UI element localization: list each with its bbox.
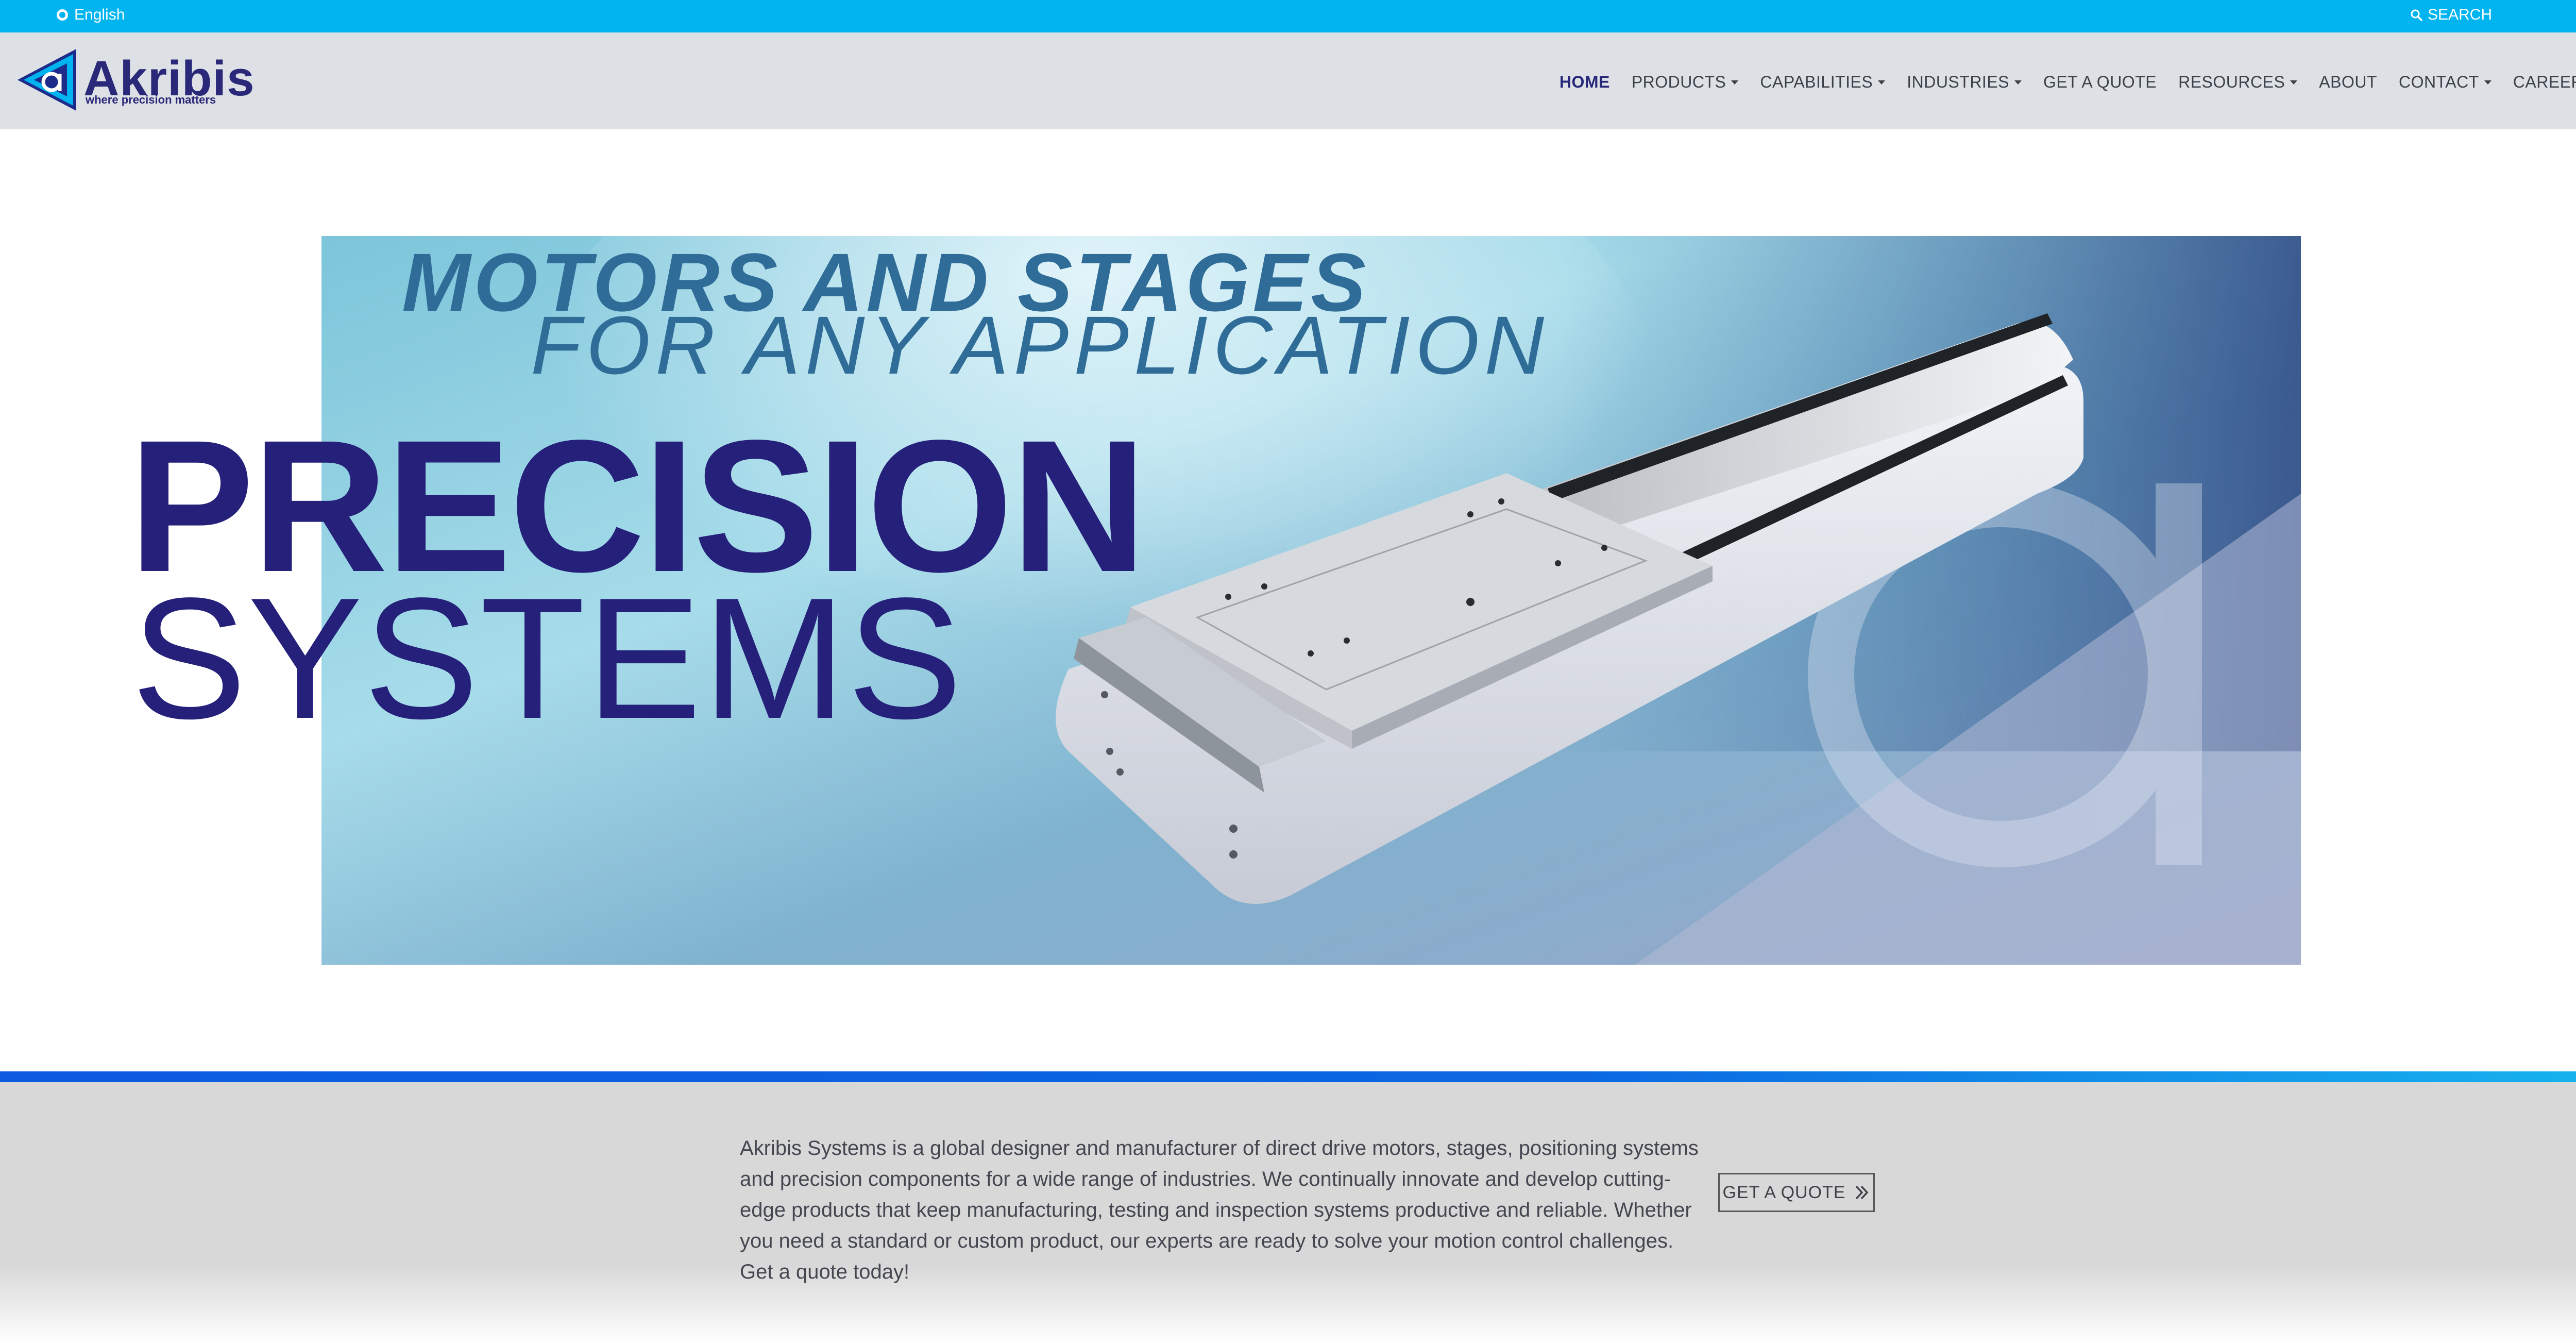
language-icon (57, 9, 68, 21)
search-icon (2411, 9, 2422, 21)
caret-down-icon (1731, 80, 1739, 85)
nav-resources-label: RESOURCES (2178, 73, 2285, 91)
akribis-logo[interactable]: Akribis where precision matters (15, 47, 254, 114)
search-label: SEARCH (2427, 6, 2492, 23)
double-chevron-right-icon (1855, 1185, 1868, 1200)
caret-down-icon (2290, 80, 2298, 85)
language-selector[interactable]: English (57, 6, 125, 24)
nav-resources[interactable]: RESOURCES (2178, 73, 2298, 92)
nav-contact-label: CONTACT (2399, 73, 2479, 91)
nav-products[interactable]: PRODUCTS (1632, 73, 1739, 92)
nav-get-a-quote[interactable]: GET A QUOTE (2043, 73, 2157, 92)
main-nav: HOME PRODUCTS CAPABILITIES INDUSTRIES GE… (1560, 73, 2576, 92)
logo-tagline: where precision matters (86, 93, 216, 106)
intro-paragraph: Akribis Systems is a global designer and… (740, 1137, 1699, 1283)
top-utility-bar: English SEARCH (0, 0, 2576, 32)
caret-down-icon (2484, 80, 2492, 85)
nav-industries-label: INDUSTRIES (1907, 73, 2009, 91)
accent-divider (0, 1071, 2576, 1082)
search-link[interactable]: SEARCH (2410, 6, 2492, 24)
get-a-quote-button[interactable]: GET A QUOTE (1718, 1173, 1875, 1212)
nav-capabilities-label: CAPABILITIES (1760, 73, 1873, 91)
akribis-logo-icon (18, 49, 76, 111)
nav-capabilities[interactable]: CAPABILITIES (1760, 73, 1886, 92)
nav-contact[interactable]: CONTACT (2399, 73, 2492, 92)
hero-subtitle: SYSTEMS (131, 562, 963, 754)
caret-down-icon (2014, 80, 2022, 85)
nav-home[interactable]: HOME (1560, 73, 1610, 92)
nav-products-label: PRODUCTS (1631, 73, 1726, 91)
language-label: English (74, 6, 125, 23)
site-header: Akribis where precision matters HOME PRO… (0, 32, 2576, 129)
nav-about[interactable]: ABOUT (2319, 73, 2377, 92)
nav-careers[interactable]: CAREERS (2513, 73, 2576, 92)
nav-industries[interactable]: INDUSTRIES (1907, 73, 2022, 92)
get-a-quote-label: GET A QUOTE (1722, 1182, 1846, 1202)
caret-down-icon (1878, 80, 1886, 85)
hero-tagline-line2: FOR ANY APPLICATION (531, 299, 1550, 391)
